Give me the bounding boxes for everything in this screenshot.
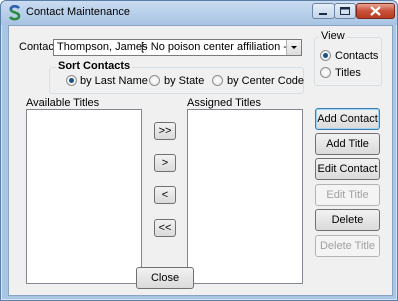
title-bar[interactable]: Contact Maintenance [1, 1, 397, 25]
add-title-action-button[interactable]: Add Title [315, 133, 380, 155]
contact-selected-name: Thompson, James [57, 41, 148, 53]
assigned-titles-list[interactable] [187, 109, 303, 284]
view-group-label: View [319, 30, 347, 42]
sort-center-code-label[interactable]: by Center Code [227, 75, 304, 87]
combobox-dropdown-button[interactable] [286, 40, 301, 55]
delete-contact-button[interactable]: Delete Contact [315, 209, 380, 246]
window-title: Contact Maintenance [26, 6, 130, 18]
view-titles-radio[interactable] [320, 67, 331, 78]
close-icon [370, 6, 381, 16]
available-titles-list[interactable] [26, 109, 142, 284]
available-titles-label: Available Titles [26, 97, 100, 109]
minimize-icon [319, 13, 327, 15]
edit-contact-button[interactable]: Edit Contact [315, 158, 380, 180]
view-titles-label[interactable]: Titles [335, 67, 361, 79]
app-s-icon [8, 5, 21, 21]
sort-center-code-radio[interactable] [212, 75, 223, 86]
sort-last-name-label[interactable]: by Last Name [80, 75, 148, 87]
contact-combobox[interactable]: Thompson, James [- No poison center affi… [53, 39, 302, 56]
view-contacts-radio[interactable] [320, 50, 331, 61]
minimize-button[interactable] [312, 3, 335, 19]
sort-last-name-radio[interactable] [66, 75, 77, 86]
remove-all-titles-button[interactable]: << [154, 219, 176, 237]
add-contact-button[interactable]: Add Contact [315, 108, 380, 130]
maximize-button[interactable] [334, 3, 356, 19]
remove-title-button[interactable]: < [154, 186, 176, 204]
dialog-client-area: Contact: Thompson, James [- No poison ce… [8, 25, 393, 296]
contact-maintenance-window: Contact Maintenance Contact: Thompson, J… [0, 0, 398, 301]
close-button[interactable]: Close [136, 267, 194, 289]
delete-title-button[interactable]: Delete Title [315, 235, 380, 257]
assigned-titles-label: Assigned Titles [187, 97, 261, 109]
chevron-down-icon [291, 46, 297, 49]
add-title-button[interactable]: > [154, 154, 176, 172]
add-all-titles-button[interactable]: >> [154, 122, 176, 140]
sort-state-label[interactable]: by State [164, 75, 204, 87]
sort-state-radio[interactable] [149, 75, 160, 86]
close-window-button[interactable] [356, 3, 395, 19]
view-contacts-label[interactable]: Contacts [335, 50, 378, 62]
maximize-icon [340, 7, 350, 15]
edit-title-button[interactable]: Edit Title [315, 184, 380, 206]
sort-contacts-label: Sort Contacts [56, 60, 133, 72]
contact-selected-affiliation: [- No poison center affiliation -] [141, 41, 290, 53]
